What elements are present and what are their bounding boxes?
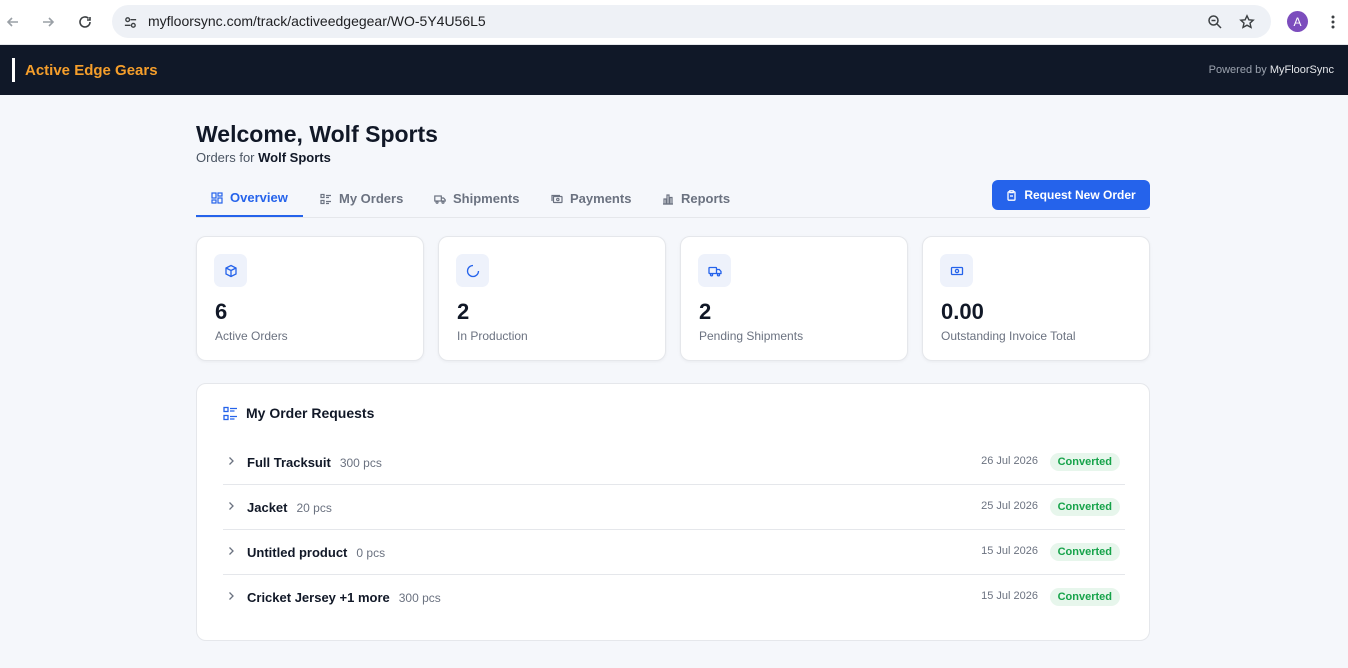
browser-toolbar: myfloorsync.com/track/activeedgegear/WO-… [0, 0, 1348, 45]
tab-overview[interactable]: Overview [196, 180, 303, 217]
stat-value: 0.00 [941, 299, 984, 324]
tab-label: Overview [230, 190, 288, 205]
tab-my-orders[interactable]: My Orders [320, 180, 403, 217]
brand-name[interactable]: Active Edge Gears [25, 62, 158, 79]
powered-prefix: Powered by [1208, 64, 1267, 76]
stat-label: Pending Shipments [699, 329, 804, 343]
cash-icon [940, 254, 973, 287]
powered-by: Powered by MyFloorSync [1209, 64, 1334, 76]
tab-payments[interactable]: Payments [551, 180, 631, 217]
request-new-order-button[interactable]: Request New Order [992, 180, 1150, 210]
truck-icon [698, 254, 731, 287]
order-row[interactable]: Cricket Jersey +1 more 300 pcs 15 Jul 202… [223, 575, 1125, 620]
stat-card-in-production: 2 In Production [438, 236, 666, 361]
tab-reports[interactable]: Reports [662, 180, 730, 217]
chevron-right-icon[interactable] [226, 591, 236, 601]
order-qty: 300 pcs [398, 591, 441, 605]
status-badge: Converted [1049, 453, 1120, 471]
order-name-text: Untitled product [247, 545, 348, 560]
clipboard-icon [1007, 189, 1016, 201]
status-badge: Converted [1049, 498, 1120, 516]
order-qty: 20 pcs [296, 501, 332, 515]
page-subtitle: Orders for Wolf Sports [196, 150, 331, 165]
order-row[interactable]: Untitled product 0 pcs 15 Jul 2026 Conver… [223, 530, 1125, 575]
address-bar[interactable]: myfloorsync.com/track/activeedgegear/WO-… [112, 5, 1271, 38]
order-date: 26 Jul 2026 [981, 455, 1038, 467]
zoom-icon[interactable] [1206, 13, 1224, 31]
order-requests-panel: My Order Requests Full Tracksuit 300 pcs … [196, 383, 1150, 641]
dashboard-icon [211, 191, 223, 204]
page-title: Welcome, Wolf Sports [196, 121, 438, 147]
status-badge: Converted [1049, 588, 1120, 606]
order-name-text: Jacket [247, 500, 288, 515]
chevron-right-icon[interactable] [226, 501, 236, 511]
order-name-text: Full Tracksuit [247, 455, 331, 470]
order-row[interactable]: Jacket 20 pcs 25 Jul 2026 Converted [223, 485, 1125, 530]
order-qty: 300 pcs [339, 456, 382, 470]
tab-label: Payments [570, 191, 632, 206]
powered-name[interactable]: MyFloorSync [1270, 64, 1334, 76]
list-icon [320, 193, 331, 204]
stat-card-pending-shipments: 2 Pending Shipments [680, 236, 908, 361]
kebab-menu-icon[interactable] [1324, 12, 1342, 32]
tab-shipments[interactable]: Shipments [434, 180, 519, 217]
stat-label: Active Orders [215, 329, 288, 343]
order-date: 15 Jul 2026 [981, 545, 1038, 557]
tab-label: Shipments [453, 191, 520, 206]
bar-chart-icon [663, 193, 673, 205]
star-icon[interactable] [1238, 13, 1256, 31]
stat-value: 2 [457, 299, 470, 324]
subtitle-prefix: Orders for [196, 150, 255, 165]
stat-card-active-orders: 6 Active Orders [196, 236, 424, 361]
subtitle-client: Wolf Sports [258, 150, 331, 165]
order-qty: 0 pcs [356, 546, 386, 560]
order-date: 25 Jul 2026 [981, 500, 1038, 512]
stat-label: Outstanding Invoice Total [941, 329, 1076, 343]
list-icon [223, 406, 237, 420]
back-arrow-icon[interactable] [0, 9, 26, 35]
order-name: Jacket 20 pcs [247, 500, 332, 515]
status-badge: Converted [1049, 543, 1120, 561]
url-text[interactable]: myfloorsync.com/track/activeedgegear/WO-… [148, 13, 486, 29]
order-name: Untitled product 0 pcs [247, 545, 385, 560]
order-name: Cricket Jersey +1 more 300 pcs [247, 590, 441, 605]
request-new-order-label: Request New Order [1024, 188, 1136, 202]
site-settings-icon[interactable] [120, 12, 140, 32]
stat-label: In Production [457, 329, 528, 343]
spinner-icon [456, 254, 489, 287]
forward-arrow-icon[interactable] [35, 9, 61, 35]
stat-card-outstanding-invoice: 0.00 Outstanding Invoice Total [922, 236, 1150, 361]
app-header: Active Edge Gears Powered by MyFloorSync [0, 45, 1348, 95]
chevron-right-icon[interactable] [226, 456, 236, 466]
box-icon [214, 254, 247, 287]
order-row[interactable]: Full Tracksuit 300 pcs 26 Jul 2026 Conver… [223, 440, 1125, 485]
truck-icon [434, 194, 446, 204]
profile-avatar[interactable]: A [1287, 11, 1308, 32]
order-name: Full Tracksuit 300 pcs [247, 455, 382, 470]
payment-icon [551, 194, 563, 203]
brand-accent-bar [12, 58, 15, 82]
order-name-text: Cricket Jersey +1 more [247, 590, 390, 605]
order-date: 15 Jul 2026 [981, 590, 1038, 602]
panel-title: My Order Requests [223, 405, 374, 421]
tab-label: Reports [681, 191, 731, 206]
stat-value: 6 [215, 299, 228, 324]
tab-label: My Orders [339, 191, 404, 206]
chevron-right-icon[interactable] [226, 546, 236, 556]
stat-value: 2 [699, 299, 712, 324]
panel-title-text: My Order Requests [246, 405, 375, 421]
reload-icon[interactable] [72, 9, 98, 35]
